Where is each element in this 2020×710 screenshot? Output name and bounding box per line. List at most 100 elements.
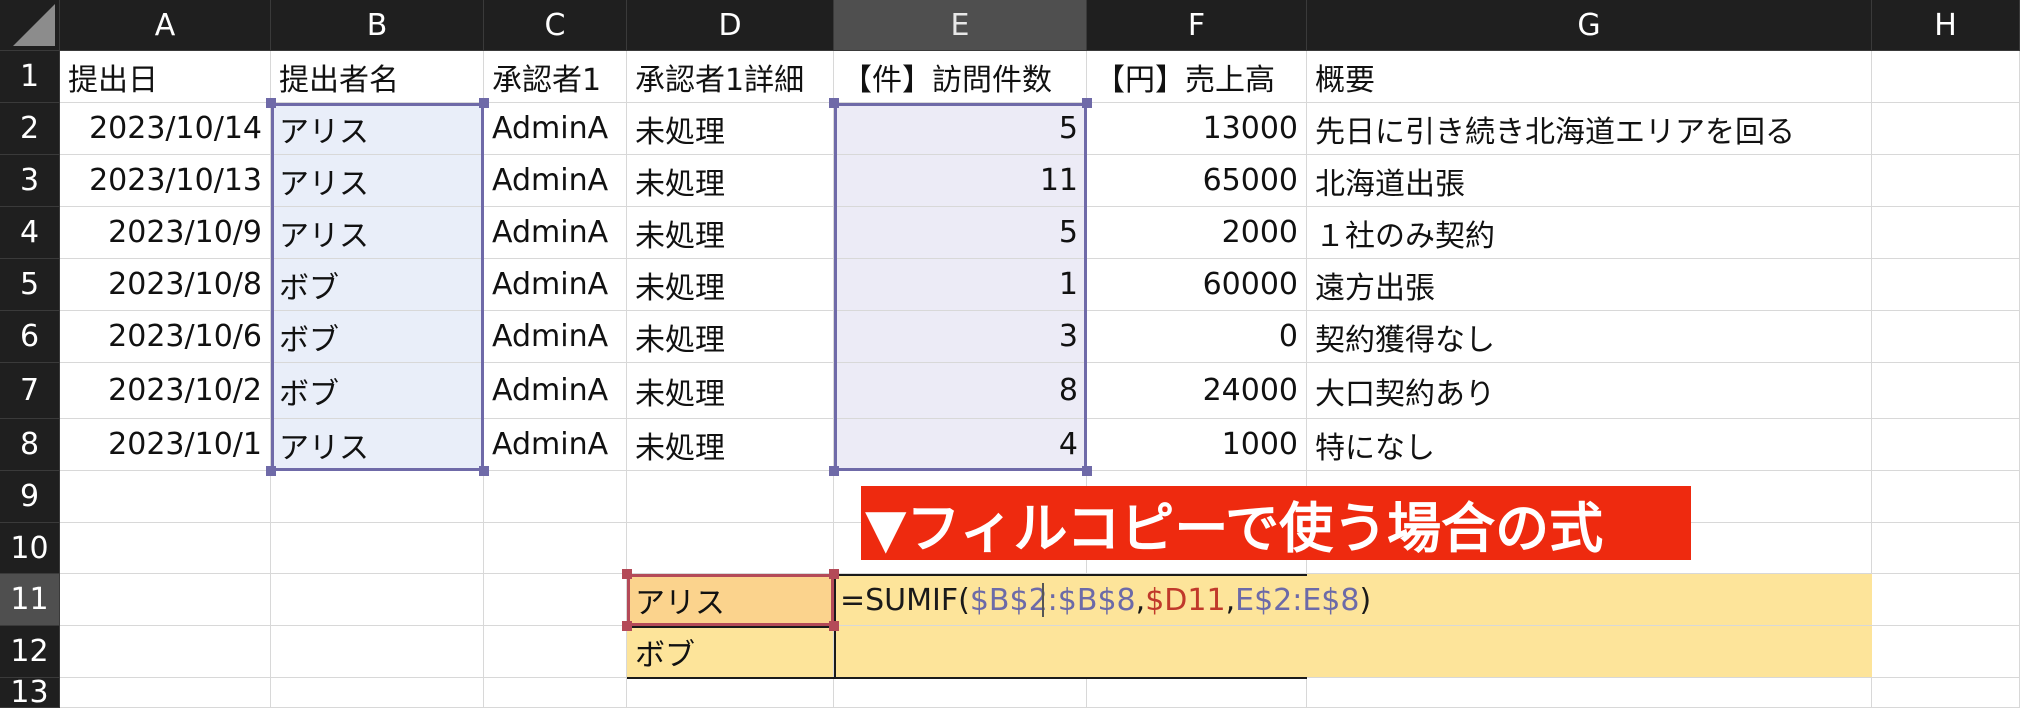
cell-A10[interactable]	[60, 523, 271, 574]
summary-cell[interactable]: １社のみ契約	[1307, 207, 1872, 259]
lookup-name-cell[interactable]: ボブ	[627, 626, 834, 678]
name-cell[interactable]: ボブ	[271, 363, 484, 419]
row-header-12[interactable]: 12	[0, 626, 60, 678]
lookup-name-cell[interactable]: アリス	[627, 574, 834, 626]
name-cell[interactable]: ボブ	[271, 311, 484, 363]
range-corner-handle[interactable]	[266, 98, 276, 108]
cell-G11[interactable]	[1307, 574, 1872, 626]
approver-cell[interactable]: AdminA	[484, 311, 627, 363]
row-header-4[interactable]: 4	[0, 207, 60, 259]
visits-cell[interactable]: 5	[834, 207, 1087, 259]
cell-B11[interactable]	[271, 574, 484, 626]
name-cell[interactable]: アリス	[271, 103, 484, 155]
cell-G13[interactable]	[1307, 678, 1872, 708]
date-cell[interactable]: 2023/10/14	[60, 103, 271, 155]
cell-C13[interactable]	[484, 678, 627, 708]
cell-H2[interactable]	[1872, 103, 2020, 155]
formula-text[interactable]: =SUMIF($B$2:$B$8, $D11, E$2:E$8)	[834, 574, 1371, 626]
sales-cell[interactable]: 60000	[1087, 259, 1307, 311]
column-header-B[interactable]: B	[271, 0, 484, 51]
row-header-2[interactable]: 2	[0, 103, 60, 155]
cell-B10[interactable]	[271, 523, 484, 574]
range-corner-handle[interactable]	[479, 466, 489, 476]
header-cell-E[interactable]: 【件】訪問件数	[834, 51, 1087, 103]
header-cell-D[interactable]: 承認者1詳細	[627, 51, 834, 103]
sales-cell[interactable]: 13000	[1087, 103, 1307, 155]
detail-cell[interactable]: 未処理	[627, 311, 834, 363]
range-corner-handle[interactable]	[829, 98, 839, 108]
sales-cell[interactable]: 2000	[1087, 207, 1307, 259]
range-corner-handle[interactable]	[479, 98, 489, 108]
cell-A9[interactable]	[60, 471, 271, 523]
approver-cell[interactable]: AdminA	[484, 259, 627, 311]
date-cell[interactable]: 2023/10/1	[60, 419, 271, 471]
visits-cell[interactable]: 4	[834, 419, 1087, 471]
visits-cell[interactable]: 1	[834, 259, 1087, 311]
range-corner-handle[interactable]	[1082, 466, 1092, 476]
cell-D10[interactable]	[627, 523, 834, 574]
approver-cell[interactable]: AdminA	[484, 419, 627, 471]
detail-cell[interactable]: 未処理	[627, 103, 834, 155]
header-cell-G[interactable]: 概要	[1307, 51, 1872, 103]
name-cell[interactable]: アリス	[271, 155, 484, 207]
cell-H5[interactable]	[1872, 259, 2020, 311]
cell-H3[interactable]	[1872, 155, 2020, 207]
row-header-9[interactable]: 9	[0, 471, 60, 523]
visits-cell[interactable]: 5	[834, 103, 1087, 155]
row-header-6[interactable]: 6	[0, 311, 60, 363]
cell-E12[interactable]	[834, 626, 1087, 678]
sales-cell[interactable]: 24000	[1087, 363, 1307, 419]
sales-cell[interactable]: 65000	[1087, 155, 1307, 207]
row-header-11[interactable]: 11	[0, 574, 60, 626]
column-header-H[interactable]: H	[1872, 0, 2020, 51]
cell-F13[interactable]	[1087, 678, 1307, 708]
range-corner-handle[interactable]	[1082, 98, 1092, 108]
column-header-A[interactable]: A	[60, 0, 271, 51]
cell-A11[interactable]	[60, 574, 271, 626]
cell-H1[interactable]	[1872, 51, 2020, 103]
row-header-5[interactable]: 5	[0, 259, 60, 311]
approver-cell[interactable]: AdminA	[484, 207, 627, 259]
cell-H4[interactable]	[1872, 207, 2020, 259]
visits-cell[interactable]: 3	[834, 311, 1087, 363]
row-header-13[interactable]: 13	[0, 675, 60, 710]
cell-F12[interactable]	[1087, 626, 1307, 678]
cell-H7[interactable]	[1872, 363, 2020, 419]
cell-A12[interactable]	[60, 626, 271, 678]
cell-H11[interactable]	[1872, 574, 2020, 626]
row-header-1[interactable]: 1	[0, 51, 60, 103]
criteria-corner-handle[interactable]	[622, 569, 632, 579]
detail-cell[interactable]: 未処理	[627, 363, 834, 419]
cell-C10[interactable]	[484, 523, 627, 574]
range-corner-handle[interactable]	[266, 466, 276, 476]
cell-B13[interactable]	[271, 678, 484, 708]
cell-E13[interactable]	[834, 678, 1087, 708]
header-cell-A[interactable]: 提出日	[60, 51, 271, 103]
row-header-10[interactable]: 10	[0, 523, 60, 574]
summary-cell[interactable]: 先日に引き続き北海道エリアを回る	[1307, 103, 1872, 155]
header-cell-B[interactable]: 提出者名	[271, 51, 484, 103]
column-header-G[interactable]: G	[1307, 0, 1872, 51]
name-cell[interactable]: アリス	[271, 419, 484, 471]
column-header-E[interactable]: E	[834, 0, 1087, 51]
cell-H10[interactable]	[1872, 523, 2020, 574]
column-header-F[interactable]: F	[1087, 0, 1307, 51]
row-header-8[interactable]: 8	[0, 419, 60, 471]
date-cell[interactable]: 2023/10/6	[60, 311, 271, 363]
cell-H8[interactable]	[1872, 419, 2020, 471]
summary-cell[interactable]: 特になし	[1307, 419, 1872, 471]
summary-cell[interactable]: 遠方出張	[1307, 259, 1872, 311]
summary-cell[interactable]: 契約獲得なし	[1307, 311, 1872, 363]
date-cell[interactable]: 2023/10/8	[60, 259, 271, 311]
approver-cell[interactable]: AdminA	[484, 155, 627, 207]
cell-H6[interactable]	[1872, 311, 2020, 363]
detail-cell[interactable]: 未処理	[627, 155, 834, 207]
detail-cell[interactable]: 未処理	[627, 259, 834, 311]
cell-D9[interactable]	[627, 471, 834, 523]
cell-H13[interactable]	[1872, 678, 2020, 708]
name-cell[interactable]: アリス	[271, 207, 484, 259]
sales-cell[interactable]: 0	[1087, 311, 1307, 363]
select-all-corner[interactable]	[0, 0, 60, 51]
criteria-corner-handle[interactable]	[622, 621, 632, 631]
cell-B9[interactable]	[271, 471, 484, 523]
